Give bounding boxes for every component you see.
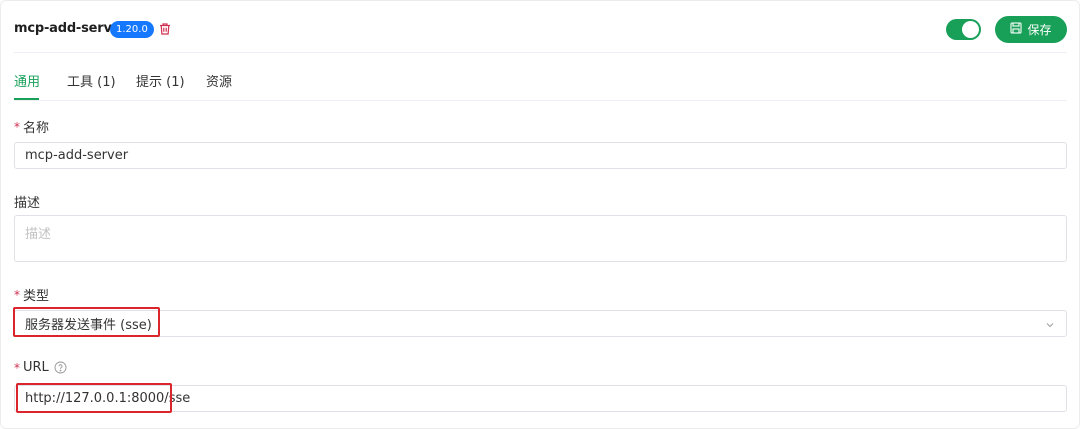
question-circle-icon[interactable] xyxy=(54,361,67,374)
required-mark: * xyxy=(14,119,20,134)
description-label-text: 描述 xyxy=(14,196,41,211)
trash-icon[interactable] xyxy=(158,22,172,36)
type-label-text: 类型 xyxy=(23,289,50,304)
enable-toggle[interactable] xyxy=(946,19,981,40)
toggle-knob xyxy=(962,21,979,38)
name-value: mcp-add-server xyxy=(25,148,129,163)
url-highlight-box xyxy=(16,383,172,413)
required-mark: * xyxy=(14,287,20,302)
chevron-down-icon xyxy=(1045,319,1055,329)
server-header: mcp-add-server 1.20.0 保存 xyxy=(1,1,1080,53)
tab-tools[interactable]: 工具 (1) xyxy=(67,71,116,90)
tab-general[interactable]: 通用 xyxy=(14,71,40,90)
type-label: * 类型 xyxy=(14,285,50,305)
save-label: 保存 xyxy=(1027,23,1052,37)
name-label-text: 名称 xyxy=(23,121,50,136)
description-placeholder: 描述 xyxy=(25,227,52,242)
type-select[interactable]: 服务器发送事件 (sse) xyxy=(14,310,1067,337)
save-icon xyxy=(1010,22,1023,37)
server-config-panel: mcp-add-server 1.20.0 保存 通用 工具 (1) 提示 (1… xyxy=(0,0,1080,429)
type-highlight-box xyxy=(13,307,160,337)
description-label: 描述 xyxy=(14,192,40,211)
required-mark: * xyxy=(14,360,20,375)
url-label-text: URL xyxy=(23,360,49,375)
version-badge: 1.20.0 xyxy=(110,21,154,38)
name-label: * 名称 xyxy=(14,117,50,137)
tabs-divider xyxy=(14,100,1067,101)
tab-resources[interactable]: 资源 xyxy=(206,71,232,90)
name-field[interactable]: mcp-add-server xyxy=(14,142,1067,169)
description-field[interactable]: 描述 xyxy=(14,215,1067,262)
save-button[interactable]: 保存 xyxy=(995,16,1067,43)
url-label: * URL xyxy=(14,360,67,375)
tab-prompts[interactable]: 提示 (1) xyxy=(136,71,185,90)
header-divider xyxy=(14,52,1067,53)
